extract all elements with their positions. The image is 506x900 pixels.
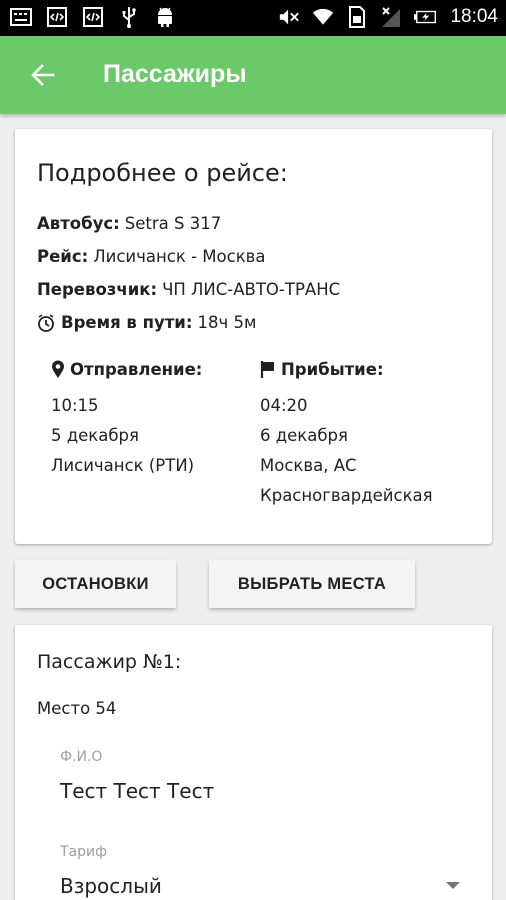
mute-icon <box>278 7 300 27</box>
passenger-title: Пассажир №1: <box>37 651 182 673</box>
arrival-label: Прибытие: <box>281 359 384 379</box>
stops-button[interactable]: ОСТАНОВКИ <box>15 560 176 608</box>
battery-icon <box>414 7 437 27</box>
departure-label: Отправление: <box>70 359 203 379</box>
android-icon <box>154 7 176 27</box>
usb-icon <box>118 7 140 28</box>
arrival-place-line1: Москва, АС <box>260 456 357 475</box>
choose-seats-button[interactable]: ВЫБРАТЬ МЕСТА <box>209 560 415 608</box>
code-icon <box>46 7 68 27</box>
carrier-info: Перевозчик: ЧП ЛИС-АВТО-ТРАНС <box>37 280 340 299</box>
bus-label: Автобус: <box>37 214 120 233</box>
tariff-value: Взрослый <box>60 874 162 898</box>
carrier-value: ЧП ЛИС-АВТО-ТРАНС <box>162 280 341 299</box>
status-bar-system: 18:04 <box>278 6 498 28</box>
duration-info: Время в пути: 18ч 5м <box>37 313 256 332</box>
fio-label: Ф.И.О <box>60 749 103 765</box>
no-signal-icon <box>380 7 402 27</box>
arrival-date: 6 декабря <box>260 426 348 445</box>
back-button[interactable] <box>26 60 60 90</box>
clock-time: 18:04 <box>450 6 498 27</box>
departure-header: Отправление: <box>51 359 241 379</box>
departure-column: Отправление: 10:15 5 декабря Лисичанск (… <box>51 359 241 481</box>
passenger-card: Пассажир №1: Место 54 Ф.И.О Тест Тест Те… <box>15 625 492 900</box>
wifi-icon <box>312 7 334 27</box>
arrow-back-icon <box>31 64 55 86</box>
timer-icon <box>37 313 55 332</box>
sim-icon <box>346 6 368 28</box>
arrival-column: Прибытие: 04:20 6 декабря Москва, АС Кра… <box>260 359 480 511</box>
duration-value: 18ч 5м <box>197 313 257 332</box>
status-bar: 18:04 <box>0 0 506 36</box>
page-title: Пассажиры <box>103 60 247 88</box>
bus-value: Setra S 317 <box>124 214 222 233</box>
trip-details-title: Подробнее о рейсе: <box>37 159 288 187</box>
departure-place: Лисичанск (РТИ) <box>51 456 195 475</box>
carrier-label: Перевозчик: <box>37 280 158 299</box>
arrival-place-line2: Красногвардейская <box>260 486 433 505</box>
tariff-label: Тариф <box>60 844 108 860</box>
keyboard-icon <box>10 7 32 27</box>
status-bar-notifications <box>10 7 190 28</box>
route-label: Рейс: <box>37 247 89 266</box>
arrival-header: Прибытие: <box>260 359 480 379</box>
fio-value: Тест Тест Тест <box>60 779 215 803</box>
seat-number: Место 54 <box>37 699 117 718</box>
bus-info: Автобус: Setra S 317 <box>37 214 221 233</box>
fio-input[interactable]: Тест Тест Тест <box>60 775 460 809</box>
tariff-select[interactable]: Взрослый <box>60 870 460 900</box>
location-pin-icon <box>52 360 64 378</box>
departure-time: 10:15 <box>51 396 99 415</box>
arrival-time: 04:20 <box>260 396 308 415</box>
app-bar: Пассажиры <box>0 36 506 114</box>
code-icon <box>82 7 104 27</box>
dropdown-arrow-icon <box>446 882 460 889</box>
route-info: Рейс: Лисичанск - Москва <box>37 247 266 266</box>
departure-date: 5 декабря <box>51 426 139 445</box>
flag-icon <box>260 361 274 378</box>
route-value: Лисичанск - Москва <box>93 247 266 266</box>
duration-label: Время в пути: <box>61 313 193 332</box>
trip-details-card: Подробнее о рейсе: Автобус: Setra S 317 … <box>15 129 492 544</box>
